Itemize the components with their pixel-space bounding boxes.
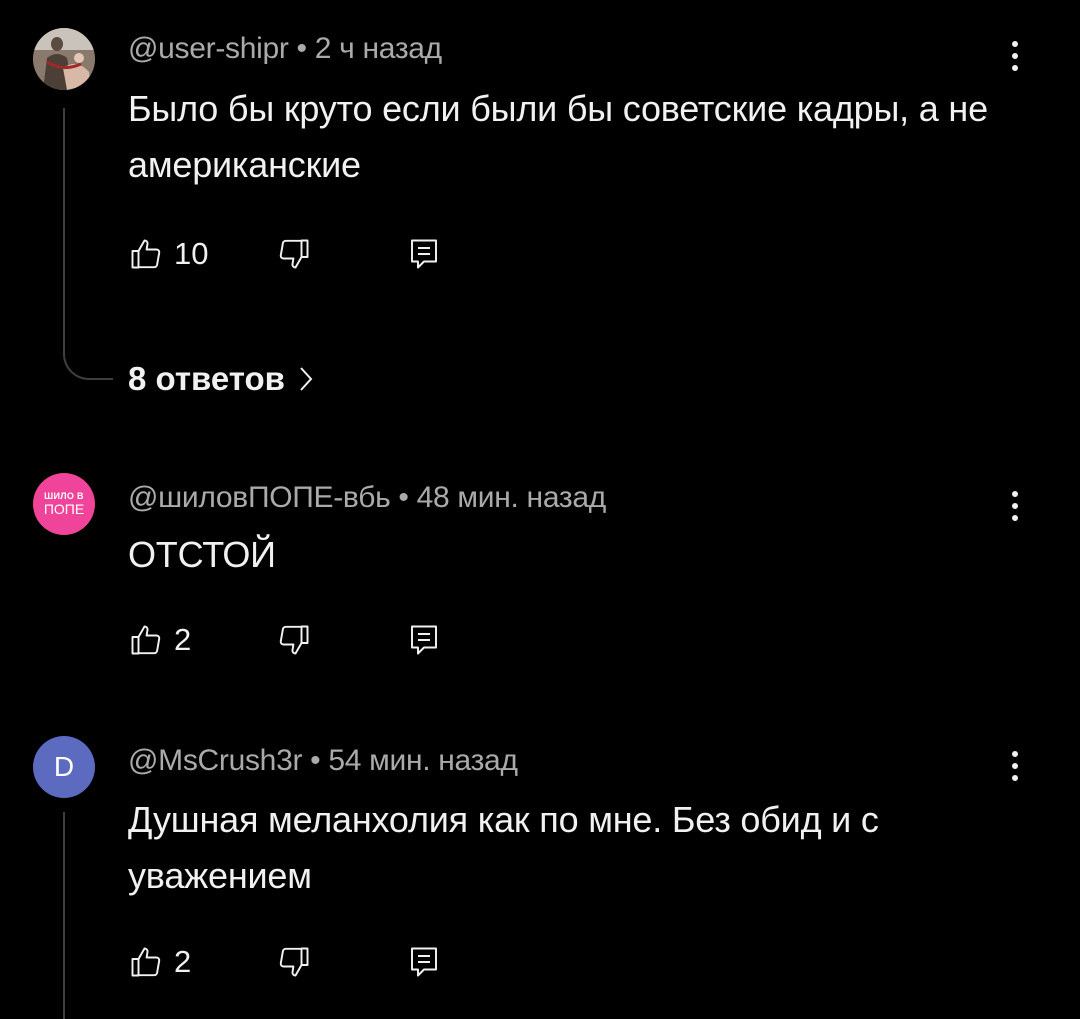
more-button[interactable] (1000, 486, 1030, 526)
view-replies-button[interactable]: 8 ответов (128, 360, 313, 398)
channel-logo: ШИЛО В ПОПЕ (43, 491, 85, 517)
comment-time: 48 мин. назад (416, 481, 607, 514)
thumbs-up-icon (131, 625, 161, 655)
logo-line-2: ПОПЕ (43, 501, 85, 517)
more-button[interactable] (1000, 36, 1030, 76)
dislike-button[interactable] (276, 944, 312, 980)
reply-icon (411, 947, 437, 977)
reply-button[interactable] (406, 944, 442, 980)
avatar[interactable]: D (33, 736, 95, 798)
chevron-right-icon (300, 367, 313, 391)
comment-text: Душная меланхолия как по мне. Без обид и… (128, 799, 879, 896)
like-button[interactable]: 10 (128, 236, 208, 272)
reply-icon (411, 625, 437, 655)
reply-button[interactable] (406, 236, 442, 272)
reply-icon (411, 239, 437, 269)
like-count: 2 (174, 622, 192, 657)
avatar[interactable] (33, 28, 95, 90)
like-count: 2 (174, 944, 192, 979)
dislike-button[interactable] (276, 236, 312, 272)
comment-time: 54 мин. назад (328, 744, 518, 777)
dislike-button[interactable] (276, 622, 312, 658)
thread-line (63, 108, 65, 354)
replies-label: 8 ответов (128, 360, 285, 397)
photo-icon (33, 28, 95, 90)
avatar[interactable]: ШИЛО В ПОПЕ (33, 473, 95, 535)
like-button[interactable]: 2 (128, 622, 191, 658)
thumbs-down-icon (279, 625, 309, 655)
comment-meta: @MsCrush3r • 54 мин. назад (128, 744, 518, 778)
more-vert-icon (1012, 491, 1018, 521)
comment-author[interactable]: @user-shipr (128, 32, 289, 65)
more-button[interactable] (1000, 746, 1030, 786)
meta-separator: • (296, 32, 308, 65)
thumbs-down-icon (279, 239, 309, 269)
thumbs-up-icon (131, 239, 161, 269)
comment-time: 2 ч назад (314, 32, 442, 65)
thread-curve (63, 352, 113, 380)
avatar-letter: D (53, 751, 75, 782)
logo-line-1: ШИЛО В (44, 491, 84, 501)
like-button[interactable]: 2 (128, 944, 191, 980)
comment-text: Было бы круто если были бы советские кад… (128, 88, 988, 185)
meta-separator: • (398, 481, 409, 514)
thumbs-down-icon (279, 947, 309, 977)
comment-meta: @шиловПОПЕ-вбь • 48 мин. назад (128, 481, 606, 515)
comment-author[interactable]: @шиловПОПЕ-вбь (128, 481, 391, 514)
comment-text: ОТСТОЙ (128, 534, 276, 575)
more-vert-icon (1012, 41, 1018, 71)
thread-line (63, 812, 65, 1019)
meta-separator: • (310, 744, 321, 777)
more-vert-icon (1012, 751, 1018, 781)
comment-author[interactable]: @MsCrush3r (128, 744, 302, 777)
thumbs-up-icon (131, 947, 161, 977)
comment-meta: @user-shipr • 2 ч назад (128, 32, 442, 66)
like-count: 10 (174, 236, 209, 271)
reply-button[interactable] (406, 622, 442, 658)
